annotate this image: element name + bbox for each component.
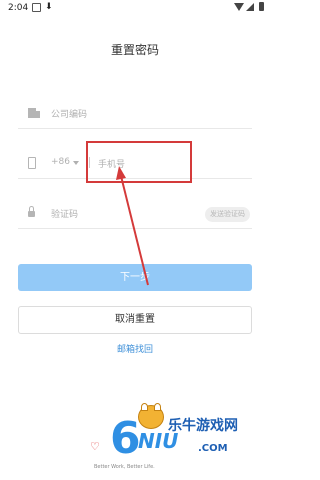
lock-icon bbox=[28, 206, 35, 217]
chevron-down-icon[interactable] bbox=[73, 161, 79, 165]
notification-icon bbox=[32, 3, 41, 12]
send-code-button[interactable]: 发送验证码 bbox=[205, 207, 250, 222]
next-button[interactable]: 下一步 bbox=[18, 264, 252, 291]
phone-icon bbox=[28, 157, 36, 169]
country-code-select[interactable]: +86 bbox=[51, 157, 70, 167]
watermark-six: 6 bbox=[110, 413, 141, 464]
status-bar: 2:04 ⬇ bbox=[0, 0, 270, 18]
status-time: 2:04 bbox=[8, 3, 29, 13]
verification-code-field[interactable]: 验证码 发送验证码 bbox=[18, 198, 252, 229]
battery-icon bbox=[259, 2, 264, 11]
verification-code-placeholder: 验证码 bbox=[51, 210, 79, 220]
heart-logo-icon: ♡ bbox=[90, 440, 100, 453]
cancel-reset-button[interactable]: 取消重置 bbox=[18, 306, 252, 334]
watermark: 6 NIU 乐牛游戏网 .COM bbox=[110, 403, 270, 480]
building-icon bbox=[28, 108, 40, 118]
download-icon: ⬇ bbox=[45, 2, 53, 12]
company-code-field[interactable]: 公司编码 bbox=[18, 98, 252, 129]
cow-mascot-icon bbox=[138, 403, 164, 429]
annotation-highlight-box bbox=[86, 141, 192, 183]
page-title: 重置密码 bbox=[110, 43, 159, 57]
watermark-name: 乐牛游戏网 bbox=[168, 418, 238, 434]
wifi-icon bbox=[234, 3, 244, 11]
watermark-com: .COM bbox=[198, 443, 228, 454]
company-code-placeholder: 公司编码 bbox=[51, 110, 88, 120]
email-recovery-link[interactable]: 邮箱找回 bbox=[0, 342, 270, 355]
signal-icon bbox=[246, 3, 254, 11]
